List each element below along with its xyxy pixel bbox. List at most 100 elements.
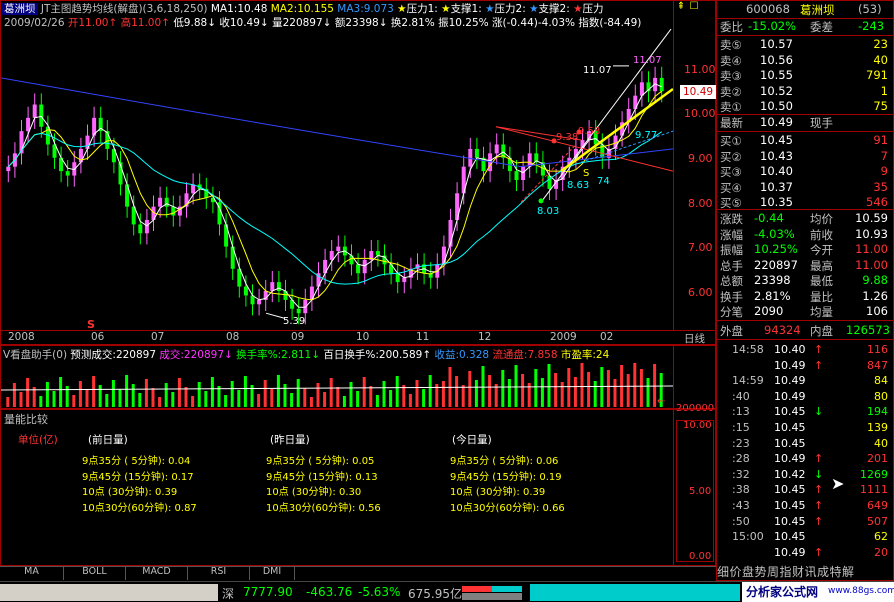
compare-cell: 10点 (30分钟): 0.30 [266,487,362,498]
ask-row[interactable]: 卖① 10.50 75 [718,99,892,114]
tab-boll[interactable]: BOLL [64,566,126,580]
wei-cha-label: 委差 [810,20,833,34]
volume-bar [105,394,109,407]
volume-bar [580,363,584,407]
volume-bar [540,378,544,407]
tick-row: :50 10.45 ↑ 507 [718,515,892,530]
time-tick: 08 [226,331,240,343]
stat-label: 总手 [720,258,743,273]
volume-bar [52,391,56,407]
low-label-2: 8.03 [537,206,560,217]
stat-value: 10.25% [754,242,798,256]
candle-body [336,246,341,252]
volume-bar [428,375,432,407]
ask-row[interactable]: 卖③ 10.55 791 [718,68,892,83]
bid-row[interactable]: 买② 10.43 7 [718,149,892,164]
pressure2: 压力2: [494,3,526,15]
tick-price: 10.45 [774,421,806,434]
tick-time: :13 [732,405,750,419]
ask-label: 卖② [720,84,742,99]
volume-bar [78,381,82,407]
volume-bar [6,397,10,407]
volume-bar [138,393,142,407]
star-icon: ★ [485,3,495,15]
stat-value: 23398 [754,273,791,287]
candle-body [514,171,519,180]
bid-row[interactable]: 买① 10.45 91 [718,133,892,148]
tab-rsi[interactable]: RSI [188,566,250,580]
stat-label: 分笔 [720,305,743,319]
volume-bar [98,385,102,407]
candle-body [270,282,275,291]
bid-volume: 9 [880,164,888,178]
tick-price: 10.49 [774,358,806,372]
bid-volume: 7 [880,148,888,163]
compare-cell: 9点45分 (15分钟): 0.13 [266,471,378,483]
time-tick: 2008 [8,331,35,343]
volume-chart[interactable] [1,360,673,408]
bid-volume: 35 [873,179,888,194]
right-tab-bar[interactable]: 细价盘势周指财讯成特解 [717,563,893,579]
pressure3: 压力 [582,3,604,15]
volume-bar [626,374,630,407]
candle-body [521,166,526,180]
stat-value: 11.00 [855,257,888,272]
tick-row: :40 10.49 80 [718,390,892,405]
volume-bar [111,380,115,407]
wei-bi-label: 委比 [720,20,743,34]
stock-name-quote: 葛洲坝 [800,3,835,17]
stat-label: 前收 [810,227,833,242]
candle-body [65,171,70,176]
candle-body [639,82,644,96]
tick-time: 15:00 [732,530,764,544]
candle-body [39,104,44,127]
stock-name[interactable]: 葛洲坝 [2,3,38,15]
tab-macd[interactable]: MACD [126,566,188,580]
inner-label: 内盘 [810,324,833,338]
tick-volume: 649 [867,499,888,512]
stat-label: 振幅 [720,243,743,257]
tick-time: :32 [732,467,750,481]
stat-label: 均价 [810,212,833,226]
volume-bar [389,390,393,407]
volume-bar [270,389,274,407]
bid-price: 10.37 [760,179,793,194]
candle-body [138,224,143,234]
stat-row: 涨跌 -0.44 均价 10.59 [718,211,892,226]
high-label: 11.07 [583,65,612,76]
bid-row[interactable]: 买④ 10.37 35 [718,180,892,195]
compare-title: 量能比较 [4,413,48,426]
compare-col3: (今日量) [452,434,492,446]
ask-row[interactable]: 卖④ 10.56 40 [718,53,892,68]
bid-row[interactable]: 买⑤ 10.35 546 [718,195,892,210]
candle-body [164,197,169,207]
tick-row: 14:58 10.40 ↑ 116 [718,343,892,358]
tick-time: :15 [732,421,750,434]
tick-price: 10.45 [774,530,806,544]
volume-bar [461,385,465,407]
price-tick: 6.00 [688,286,713,299]
tick-direction: ↑ [814,452,824,466]
volume-bar [336,387,340,407]
tick-time: :23 [732,436,750,450]
tick-row: 10.49 ↑ 847 [718,359,892,374]
stat-value: 11.00 [855,242,888,256]
kline-chart[interactable] [1,28,673,330]
tab-ma[interactable]: MA [0,566,64,580]
candle-body [171,206,176,216]
tick-row: :13 10.45 ↓ 194 [718,405,892,420]
status-right-block [530,584,740,601]
volume-bar [415,380,419,407]
price-tick: 11.00 [684,63,716,76]
volume-bar [309,397,313,407]
bid-row[interactable]: 买③ 10.40 9 [718,164,892,179]
volume-bar [653,364,657,407]
ask-volume: 40 [873,52,888,67]
support2: 支撑2: [538,3,570,15]
tab-dmi[interactable]: DMI [250,566,295,580]
ask-row[interactable]: 卖② 10.52 1 [718,84,892,99]
candle-body [6,166,11,172]
ask-row[interactable]: 卖⑤ 10.57 23 [718,37,892,52]
quote-header: 600068 葛洲坝 (53) [718,2,892,17]
tick-row: :15 10.45 139 [718,421,892,436]
